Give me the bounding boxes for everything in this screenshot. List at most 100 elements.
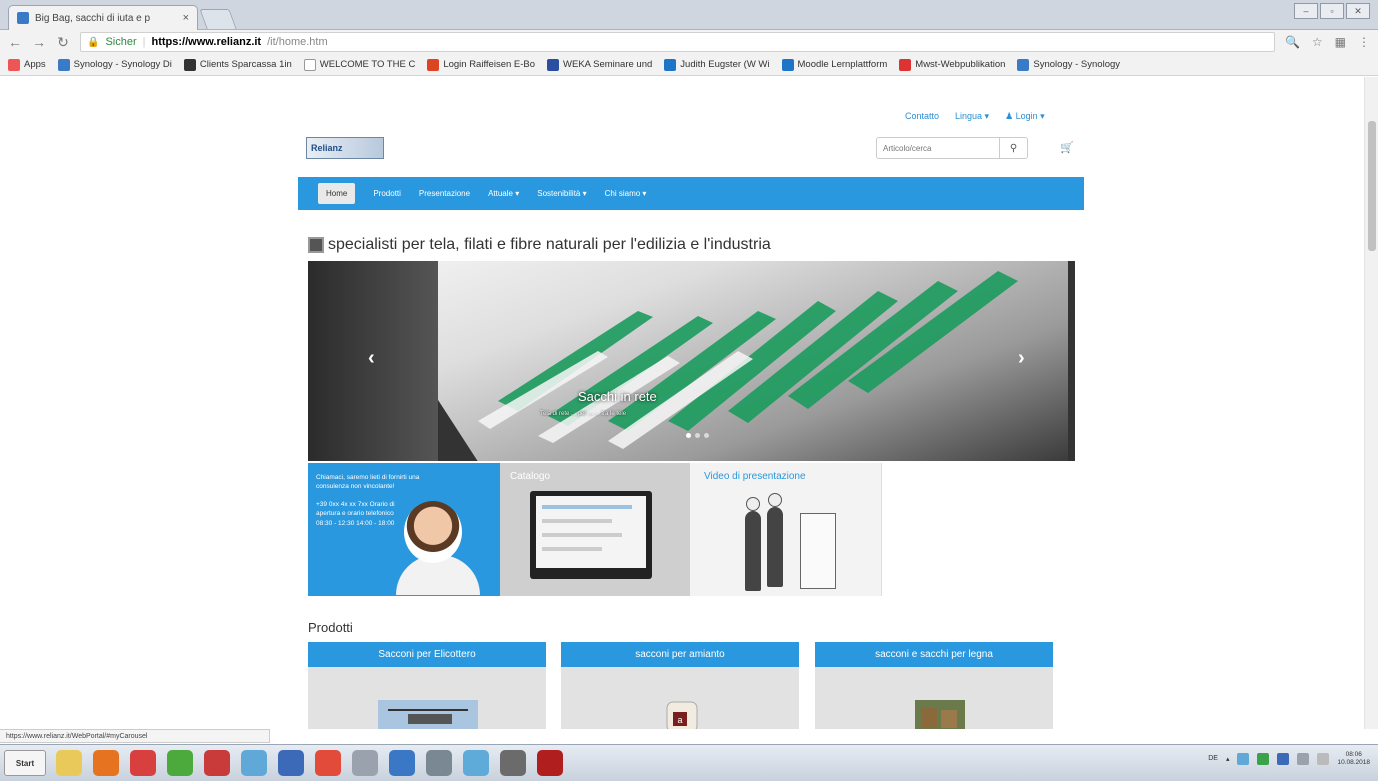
bookmark-item[interactable]: Apps	[8, 58, 46, 71]
app-icon[interactable]	[167, 750, 193, 776]
carousel-subcaption: Tela di rete ... per ... ... tra le tele	[540, 411, 627, 417]
browser-tab[interactable]: Big Bag, sacchi di iuta e p ×	[8, 5, 198, 30]
bookmark-favicon-icon	[1017, 58, 1030, 71]
globe-icon[interactable]	[241, 750, 267, 776]
url-input[interactable]: 🔒 Sicher | https://www.relianz.it/it/hom…	[80, 32, 1275, 52]
carousel-prev-icon[interactable]: ‹	[368, 347, 375, 370]
menu-icon[interactable]: ⋮	[1358, 35, 1370, 49]
url-host: https://www.relianz.it	[151, 36, 262, 48]
bookmark-item[interactable]: WELCOME TO THE C	[303, 58, 415, 71]
status-bar: https://www.relianz.it/WebPortal/#myCaro…	[0, 729, 270, 743]
product-card[interactable]: sacconi e sacchi per legna	[815, 642, 1053, 729]
search-input[interactable]	[877, 138, 999, 158]
chrome-icon[interactable]	[315, 750, 341, 776]
page-scrollbar[interactable]	[1364, 77, 1378, 729]
site-logo[interactable]: Relianz	[306, 137, 384, 159]
person-head-icon	[746, 497, 760, 511]
back-arrow-icon[interactable]: ←	[8, 34, 22, 50]
outlook-icon[interactable]	[278, 750, 304, 776]
hero-carousel[interactable]: ‹ › Sacchi in rete Tela di rete ... per …	[308, 261, 1075, 461]
tab-close-icon[interactable]: ×	[183, 12, 189, 24]
app-icon[interactable]	[426, 750, 452, 776]
volume-tray-icon[interactable]	[1317, 752, 1330, 765]
bookmark-star-icon[interactable]: ☆	[1312, 35, 1323, 49]
antivirus-tray-icon[interactable]	[1257, 752, 1270, 765]
search-icon[interactable]: ⚲	[999, 138, 1027, 158]
nav-presentazione[interactable]: Presentazione	[419, 189, 470, 198]
carousel-dot[interactable]	[695, 433, 700, 438]
scrollbar-thumb[interactable]	[1368, 121, 1376, 251]
taskbar-clock[interactable]: 08:06 10.08.2018	[1337, 751, 1370, 767]
nav-prodotti[interactable]: Prodotti	[373, 189, 401, 198]
nav-sostenibilita[interactable]: Sostenibilità ▾	[537, 189, 586, 198]
page-headline: specialisti per tela, filati e fibre nat…	[308, 236, 771, 254]
video-tile[interactable]: Video di presentazione	[690, 463, 882, 596]
contact-tile[interactable]: Chiamaci, saremo lieti di fornirti una c…	[308, 463, 500, 596]
bookmark-item[interactable]: Judith Eugster (W Wi	[664, 58, 770, 71]
reload-icon[interactable]: ↻	[56, 34, 70, 51]
bookmark-favicon-icon	[664, 58, 677, 71]
firefox-icon[interactable]	[93, 750, 119, 776]
nav-attuale[interactable]: Attuale ▾	[488, 189, 519, 198]
start-button[interactable]: Start	[4, 750, 46, 776]
extension-icon[interactable]: ▦	[1335, 35, 1346, 49]
network-icon[interactable]	[463, 750, 489, 776]
svg-text:a: a	[677, 715, 682, 725]
nav-chi-siamo[interactable]: Chi siamo ▾	[605, 189, 647, 198]
folder-icon[interactable]	[56, 750, 82, 776]
catalog-title: Catalogo	[510, 471, 551, 482]
app-icon[interactable]	[204, 750, 230, 776]
acrobat-icon[interactable]	[537, 750, 563, 776]
maximize-button[interactable]: ▫	[1320, 3, 1344, 19]
bookmark-item[interactable]: Clients Sparcassa 1in	[183, 58, 292, 71]
status-url: https://www.relianz.it/WebPortal/#myCaro…	[6, 732, 148, 740]
headline-text: specialisti per tela, filati e fibre nat…	[328, 236, 771, 253]
carousel-dot[interactable]	[704, 433, 709, 438]
helicopter-image	[378, 700, 478, 729]
forward-arrow-icon[interactable]: →	[32, 34, 46, 50]
minimize-button[interactable]: –	[1294, 3, 1318, 19]
bookmark-favicon-icon	[781, 58, 794, 71]
product-title: sacconi e sacchi per legna	[815, 642, 1053, 667]
bookmark-item[interactable]: Moodle Lernplattform	[781, 58, 887, 71]
carousel-caption: Sacchi in rete	[578, 389, 657, 404]
login-dropdown[interactable]: ♟ Login ▾	[1005, 111, 1045, 122]
bookmark-item[interactable]: Mwst-Webpublikation	[899, 58, 1005, 71]
feature-tiles: Chiamaci, saremo lieti di fornirti una c…	[308, 463, 882, 596]
bookmark-item[interactable]: WEKA Seminare und	[547, 58, 652, 71]
tray-expand-icon[interactable]: ▴	[1226, 755, 1230, 763]
product-card[interactable]: Sacconi per Elicottero	[308, 642, 546, 729]
mail-icon[interactable]	[130, 750, 156, 776]
url-separator: |	[142, 36, 146, 48]
browser-tab-bar: Big Bag, sacchi di iuta e p × – ▫ ✕	[0, 0, 1378, 30]
clock-date: 10.08.2018	[1337, 758, 1370, 766]
bookmark-item[interactable]: Login Raiffeisen E-Bo	[427, 58, 535, 71]
nav-home[interactable]: Home	[318, 183, 356, 204]
carousel-indicators	[686, 433, 709, 438]
products-heading: Prodotti	[308, 620, 353, 635]
catalog-tile[interactable]: Catalogo	[500, 463, 690, 596]
product-title: sacconi per amianto	[561, 642, 799, 667]
carousel-dot[interactable]	[686, 433, 691, 438]
zoom-icon[interactable]: 🔍	[1285, 35, 1300, 49]
network-tray-icon[interactable]	[1237, 752, 1250, 765]
main-nav: Home Prodotti Presentazione Attuale ▾ So…	[298, 177, 1084, 210]
app-tray-icon[interactable]	[1277, 752, 1290, 765]
bookmark-favicon-icon	[547, 58, 560, 71]
power-tray-icon[interactable]	[1297, 752, 1310, 765]
cart-icon[interactable]: 🛒	[1060, 141, 1074, 154]
language-indicator[interactable]: DE	[1208, 755, 1218, 762]
logo-text: Relianz	[311, 143, 343, 153]
page-icon	[303, 58, 316, 71]
app-icon[interactable]	[500, 750, 526, 776]
contact-link[interactable]: Contatto	[905, 111, 939, 122]
calculator-icon[interactable]	[352, 750, 378, 776]
new-tab-button[interactable]	[199, 9, 237, 29]
bookmark-item[interactable]: Synology - Synology Di	[57, 58, 172, 71]
product-card[interactable]: sacconi per amianto a	[561, 642, 799, 729]
close-window-button[interactable]: ✕	[1346, 3, 1370, 19]
document-icon[interactable]	[389, 750, 415, 776]
bookmark-item[interactable]: Synology - Synology	[1017, 58, 1120, 71]
language-dropdown[interactable]: Lingua ▾	[955, 111, 989, 122]
carousel-next-icon[interactable]: ›	[1018, 347, 1025, 370]
